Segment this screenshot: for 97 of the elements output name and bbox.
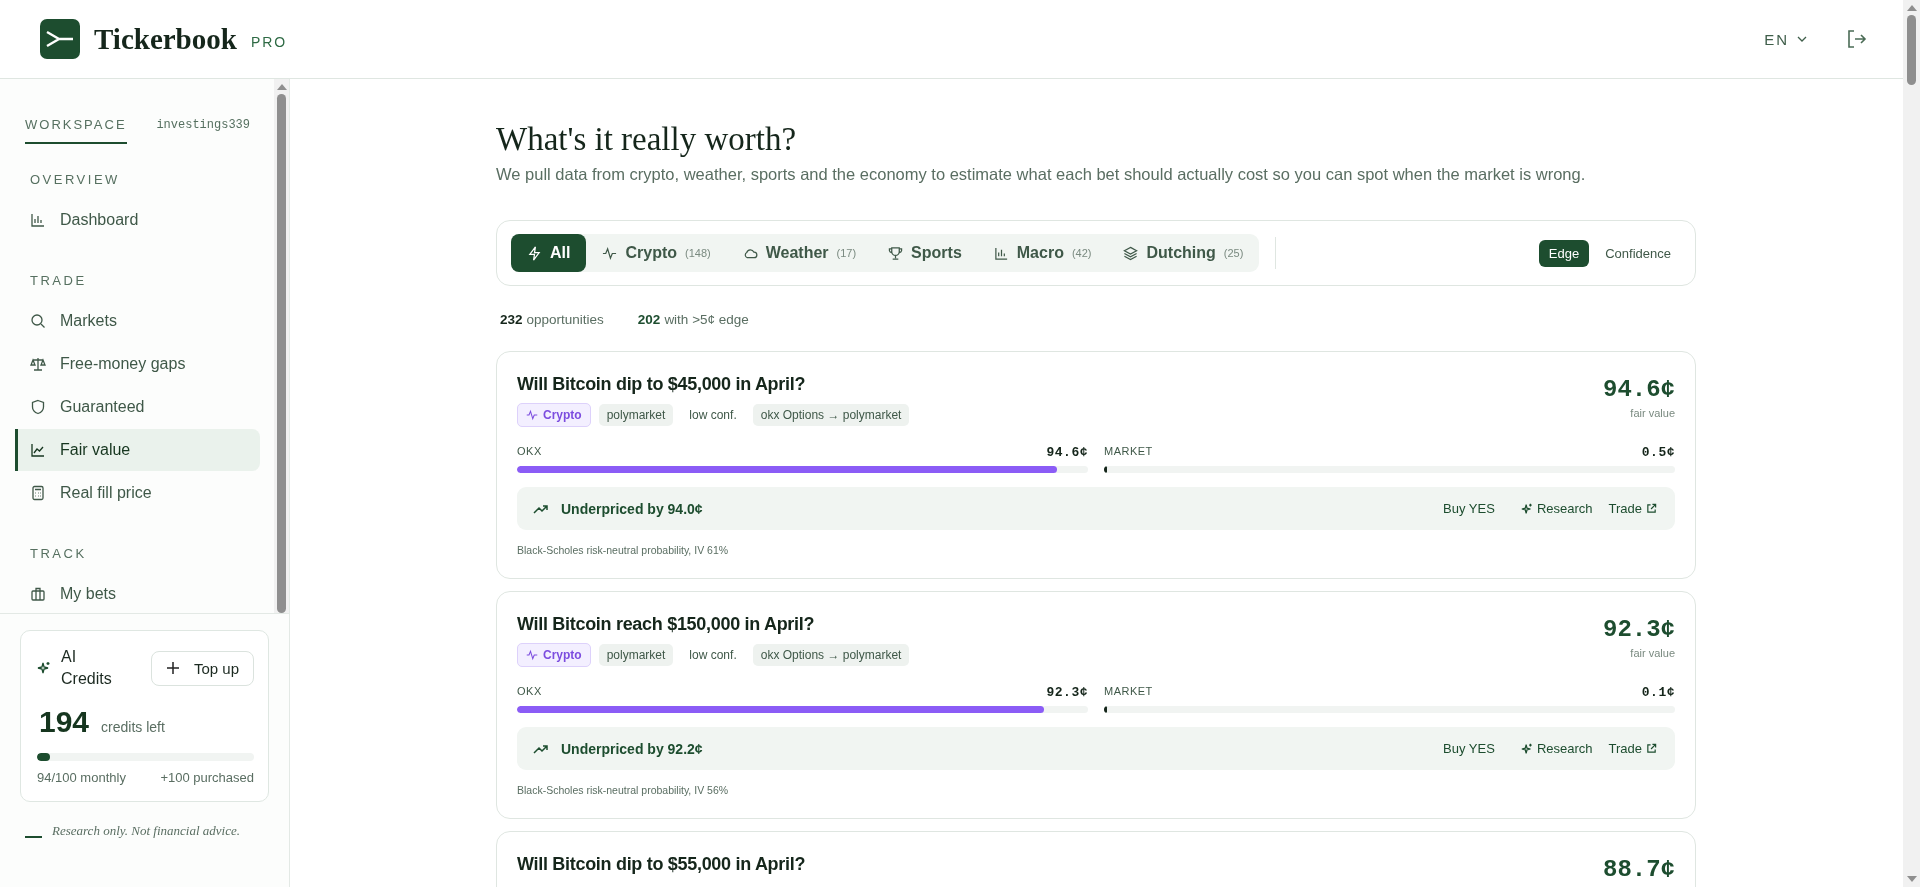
fair-value-label: fair value: [1629, 647, 1675, 659]
bar-reading: 0.1¢: [1641, 685, 1675, 700]
section-heading: TRADE: [29, 272, 88, 290]
bar-chart-icon: [993, 245, 1009, 261]
bar-reading: 94.6¢: [1046, 445, 1088, 460]
category-tab[interactable]: All: [511, 234, 587, 272]
verdict-text: Underpriced by 92.2¢: [561, 740, 703, 757]
brand-name: Tickerbook: [94, 22, 237, 56]
search-icon: [30, 313, 46, 329]
bar-label: OKX: [517, 445, 542, 459]
section-heading: TRACK: [29, 545, 88, 563]
method-note: Black-Scholes risk-neutral probability, IV 56%: [517, 784, 730, 796]
workspace-name: investings339: [156, 117, 250, 134]
category-tab[interactable]: Crypto (148): [586, 234, 727, 272]
sparkle-icon: [1520, 742, 1533, 755]
confidence-label: low conf.: [688, 647, 738, 664]
pulse-icon: [602, 245, 618, 261]
stat-label: with >5¢ edge: [664, 312, 749, 327]
buy-button[interactable]: Buy YES: [1441, 741, 1497, 756]
chevron-icon: [1797, 36, 1807, 42]
briefcase-icon: [30, 586, 46, 602]
method-note: Black-Scholes risk-neutral probability, IV 61%: [517, 544, 730, 556]
pulse-icon: [526, 409, 538, 421]
trend-up-icon: [533, 502, 549, 515]
trend-up-icon: [533, 742, 549, 755]
bar-label: MARKET: [1104, 685, 1153, 699]
source-tag: polymarket: [598, 644, 674, 666]
credits-count: 194: [39, 704, 90, 739]
plan-label: PRO: [250, 34, 288, 50]
trade-link[interactable]: Trade: [1606, 501, 1659, 516]
calculator-icon: [30, 485, 46, 501]
bar-label: OKX: [517, 685, 542, 699]
research-button[interactable]: Research: [1518, 741, 1595, 756]
buy-button[interactable]: Buy YES: [1441, 501, 1497, 516]
trade-link[interactable]: Trade: [1606, 741, 1659, 756]
logo-icon: [40, 19, 80, 59]
pulse-icon: [526, 649, 538, 661]
nav-item[interactable]: Dashboard: [15, 199, 260, 241]
shield-icon: [30, 399, 46, 415]
credits-title: AI Credits: [61, 647, 111, 690]
workspace-tab[interactable]: WORKSPACE: [25, 117, 127, 144]
top-up-button[interactable]: Top up: [150, 650, 254, 686]
fair-value: 88.7¢: [1603, 856, 1675, 883]
external-link-icon: [1646, 743, 1657, 754]
bar-chart-icon: [30, 212, 46, 228]
layers-icon: [1123, 245, 1139, 261]
scale-icon: [30, 356, 46, 372]
plus-icon: [165, 661, 180, 676]
market-question: Will Bitcoin dip to $45,000 in April?: [517, 374, 807, 395]
nav-item[interactable]: My bets: [15, 573, 260, 613]
logout-icon[interactable]: [1847, 30, 1867, 48]
monthly-credits: 94/100 monthly: [37, 769, 126, 785]
page-subtitle: We pull data from crypto, weather, sports and the economy to estimate what each bet should actually cost so you can spot when the market is wrong.: [496, 165, 1587, 184]
category-tab[interactable]: Sports: [872, 234, 978, 272]
nav-item[interactable]: Free-money gaps: [15, 343, 260, 385]
confidence-label: low conf.: [688, 407, 738, 424]
source-tag: polymarket: [598, 404, 674, 426]
category-tab[interactable]: Macro (42): [977, 234, 1108, 272]
verdict-text: Underpriced by 94.0¢: [561, 500, 703, 517]
stat-value: 232: [500, 312, 523, 327]
sort-toggle[interactable]: Confidence: [1595, 239, 1681, 267]
nav-item[interactable]: Markets: [15, 300, 260, 342]
section-heading: OVERVIEW: [29, 171, 121, 189]
credits-unit: credits left: [101, 718, 165, 735]
category-tag: Crypto: [517, 403, 591, 427]
category-tab[interactable]: Dutching (25): [1107, 234, 1260, 272]
category-tab[interactable]: Weather (17): [726, 234, 873, 272]
trophy-icon: [888, 245, 904, 261]
external-link-icon: [1646, 503, 1657, 514]
language-selector[interactable]: EN: [1764, 30, 1807, 48]
research-button[interactable]: Research: [1518, 501, 1595, 516]
market-question: Will Bitcoin dip to $55,000 in April?: [517, 854, 806, 875]
category-tag: Crypto: [517, 643, 591, 667]
stat-label: opportunities: [526, 312, 604, 327]
sparkle-icon: [37, 661, 51, 676]
purchased-credits: +100 purchased: [160, 769, 254, 785]
bolt-icon: [527, 245, 542, 261]
line-chart-icon: [30, 442, 46, 458]
fair-value: 92.3¢: [1603, 616, 1675, 643]
source-tag: okx Options → polymarket: [752, 644, 910, 666]
bar-reading: 0.5¢: [1641, 445, 1675, 460]
sort-toggle[interactable]: Edge: [1538, 239, 1590, 267]
nav-item[interactable]: Guaranteed: [15, 386, 260, 428]
scrollbar[interactable]: [274, 79, 289, 613]
source-tag: okx Options → polymarket: [752, 404, 910, 426]
sparkle-icon: [1520, 502, 1533, 515]
nav-item[interactable]: Real fill price: [15, 472, 260, 514]
fair-value: 94.6¢: [1603, 376, 1675, 403]
bar-label: MARKET: [1104, 445, 1153, 459]
stat-value: 202: [637, 312, 661, 327]
page-title: What's it really worth?: [496, 121, 798, 158]
market-question: Will Bitcoin reach $150,000 in April?: [517, 614, 816, 635]
scrollbar[interactable]: [1903, 0, 1920, 887]
bar-reading: 92.3¢: [1046, 685, 1088, 700]
disclaimer: Research only. Not financial advice.: [52, 821, 240, 840]
fair-value-label: fair value: [1629, 407, 1675, 419]
nav-item[interactable]: Fair value: [15, 429, 260, 471]
